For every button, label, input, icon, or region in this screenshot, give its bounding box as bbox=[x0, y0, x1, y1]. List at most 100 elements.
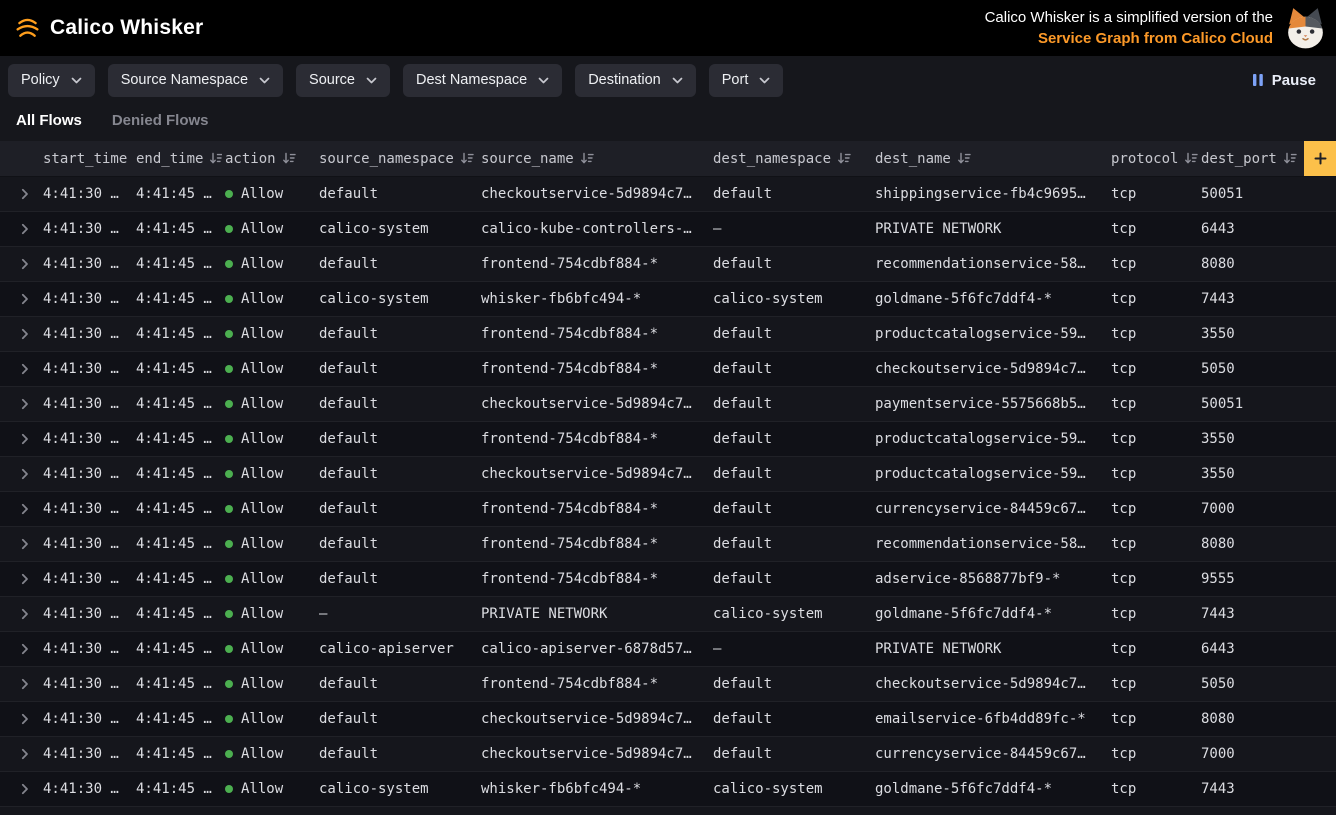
column-header-end_time[interactable]: end_time bbox=[133, 141, 222, 176]
allow-status-dot bbox=[225, 330, 233, 338]
cell-dest_namespace: default bbox=[710, 387, 872, 421]
column-header-label: source_namespace bbox=[319, 151, 454, 167]
flow-row[interactable]: 4:41:30 …4:41:45 …Allowcalico-systemwhis… bbox=[0, 282, 1336, 317]
add-column-button[interactable] bbox=[1304, 141, 1336, 176]
row-expand-chevron[interactable] bbox=[0, 492, 40, 526]
cell-action: Allow bbox=[222, 772, 316, 806]
row-expand-chevron[interactable] bbox=[0, 212, 40, 246]
flow-row[interactable]: 4:41:30 …4:41:45 …Allowcalico-apiserverc… bbox=[0, 632, 1336, 667]
row-expand-chevron[interactable] bbox=[0, 702, 40, 736]
cell-dest_name: recommendationservice-58… bbox=[872, 527, 1108, 561]
column-header-protocol[interactable]: protocol bbox=[1108, 141, 1198, 176]
cell-dest_port: 8080 bbox=[1198, 247, 1304, 281]
row-expand-chevron[interactable] bbox=[0, 282, 40, 316]
cell-start_time: 4:41:30 … bbox=[40, 492, 133, 526]
sort-icon bbox=[1283, 152, 1297, 165]
filter-dest-namespace-button[interactable]: Dest Namespace bbox=[403, 64, 562, 97]
flow-row[interactable]: 4:41:30 …4:41:45 …Allowdefaultfrontend-7… bbox=[0, 317, 1336, 352]
cell-dest_name: PRIVATE NETWORK bbox=[872, 212, 1108, 246]
flow-row[interactable]: 4:41:30 …4:41:45 …Allowdefaultfrontend-7… bbox=[0, 422, 1336, 457]
cell-dest_namespace: default bbox=[710, 422, 872, 456]
cell-dest_name: goldmane-5f6fc7ddf4-* bbox=[872, 772, 1108, 806]
cell-source_name: frontend-754cdbf884-* bbox=[478, 492, 710, 526]
cell-start_time: 4:41:30 … bbox=[40, 667, 133, 701]
filter-policy-button[interactable]: Policy bbox=[8, 64, 95, 97]
cell-spacer bbox=[1304, 457, 1336, 491]
filter-source-namespace-button[interactable]: Source Namespace bbox=[108, 64, 283, 97]
filter-source-button[interactable]: Source bbox=[296, 64, 390, 97]
flow-row[interactable]: 4:41:30 …4:41:45 …Allowdefaultfrontend-7… bbox=[0, 527, 1336, 562]
chevron-right-icon bbox=[21, 258, 29, 270]
cell-spacer bbox=[1304, 737, 1336, 771]
action-label: Allow bbox=[241, 256, 283, 272]
flows-table-body: 4:41:30 …4:41:45 …Allowdefaultcheckoutse… bbox=[0, 177, 1336, 815]
tab-denied-flows[interactable]: Denied Flows bbox=[112, 112, 209, 129]
flow-row[interactable]: 4:41:30 …4:41:45 …Allowdefaultfrontend-7… bbox=[0, 667, 1336, 702]
service-graph-link[interactable]: Service Graph from Calico Cloud bbox=[1038, 28, 1273, 49]
flow-row[interactable]: 4:41:30 …4:41:45 …Allowdefaultcheckoutse… bbox=[0, 457, 1336, 492]
flow-row[interactable]: 4:41:30 …4:41:45 …Allowdefaultfrontend-7… bbox=[0, 492, 1336, 527]
flow-row[interactable]: 4:41:30 …4:41:45 …Allowdefaultfrontend-7… bbox=[0, 352, 1336, 387]
row-expand-chevron[interactable] bbox=[0, 387, 40, 421]
row-expand-chevron[interactable] bbox=[0, 317, 40, 351]
chevron-right-icon bbox=[21, 538, 29, 550]
flow-row[interactable]: 4:41:30 …4:41:45 …Allowdefaultfrontend-7… bbox=[0, 562, 1336, 597]
cell-source_name: checkoutservice-5d9894c7… bbox=[478, 387, 710, 421]
cell-spacer bbox=[1304, 527, 1336, 561]
row-expand-chevron[interactable] bbox=[0, 562, 40, 596]
column-header-action[interactable]: action bbox=[222, 141, 316, 176]
chevron-down-icon bbox=[672, 77, 683, 84]
tab-all-flows[interactable]: All Flows bbox=[16, 112, 82, 129]
cell-start_time: 4:41:30 … bbox=[40, 772, 133, 806]
flow-row-partial bbox=[0, 807, 1336, 815]
row-expand-chevron[interactable] bbox=[0, 177, 40, 211]
flow-tabs: All Flows Denied Flows bbox=[0, 104, 1336, 141]
pause-icon bbox=[1252, 73, 1264, 87]
chevron-right-icon bbox=[21, 363, 29, 375]
cell-action: Allow bbox=[222, 632, 316, 666]
cell-source_namespace: default bbox=[316, 562, 478, 596]
pause-button[interactable]: Pause bbox=[1252, 72, 1320, 89]
action-label: Allow bbox=[241, 501, 283, 517]
column-header-source_name[interactable]: source_name bbox=[478, 141, 710, 176]
flow-row[interactable]: 4:41:30 …4:41:45 …Allowdefaultfrontend-7… bbox=[0, 247, 1336, 282]
chevron-down-icon bbox=[71, 77, 82, 84]
column-header-label: protocol bbox=[1111, 151, 1178, 167]
cell-start_time: 4:41:30 … bbox=[40, 597, 133, 631]
row-expand-chevron[interactable] bbox=[0, 632, 40, 666]
app-title: Calico Whisker bbox=[50, 16, 203, 40]
flow-row[interactable]: 4:41:30 …4:41:45 …Allowdefaultcheckoutse… bbox=[0, 737, 1336, 772]
column-header-dest_namespace[interactable]: dest_namespace bbox=[710, 141, 872, 176]
column-header-dest_name[interactable]: dest_name bbox=[872, 141, 1108, 176]
column-header-source_namespace[interactable]: source_namespace bbox=[316, 141, 478, 176]
allow-status-dot bbox=[225, 505, 233, 513]
cell-action: Allow bbox=[222, 527, 316, 561]
column-header-start_time[interactable]: start_time bbox=[40, 141, 133, 176]
allow-status-dot bbox=[225, 225, 233, 233]
cell-end_time: 4:41:45 … bbox=[133, 387, 222, 421]
filter-destination-button[interactable]: Destination bbox=[575, 64, 696, 97]
row-expand-chevron[interactable] bbox=[0, 457, 40, 491]
flow-row[interactable]: 4:41:30 …4:41:45 …Allowcalico-systemcali… bbox=[0, 212, 1336, 247]
flow-row[interactable]: 4:41:30 …4:41:45 …Allow–PRIVATE NETWORKc… bbox=[0, 597, 1336, 632]
flow-row[interactable]: 4:41:30 …4:41:45 …Allowcalico-systemwhis… bbox=[0, 772, 1336, 807]
row-expand-chevron[interactable] bbox=[0, 737, 40, 771]
row-expand-chevron[interactable] bbox=[0, 422, 40, 456]
flow-row[interactable]: 4:41:30 …4:41:45 …Allowdefaultcheckoutse… bbox=[0, 387, 1336, 422]
cell-end_time: 4:41:45 … bbox=[133, 247, 222, 281]
flow-row[interactable]: 4:41:30 …4:41:45 …Allowdefaultcheckoutse… bbox=[0, 177, 1336, 212]
filter-port-button[interactable]: Port bbox=[709, 64, 784, 97]
column-header-dest_port[interactable]: dest_port bbox=[1198, 141, 1304, 176]
cell-dest_port: 6443 bbox=[1198, 632, 1304, 666]
row-expand-chevron[interactable] bbox=[0, 597, 40, 631]
row-expand-chevron[interactable] bbox=[0, 247, 40, 281]
cell-start_time: 4:41:30 … bbox=[40, 457, 133, 491]
row-expand-chevron[interactable] bbox=[0, 772, 40, 806]
row-expand-chevron[interactable] bbox=[0, 527, 40, 561]
cell-start_time: 4:41:30 … bbox=[40, 422, 133, 456]
row-expand-chevron[interactable] bbox=[0, 352, 40, 386]
cell-source_namespace: calico-system bbox=[316, 282, 478, 316]
flow-row[interactable]: 4:41:30 …4:41:45 …Allowdefaultcheckoutse… bbox=[0, 702, 1336, 737]
column-header-label: source_name bbox=[481, 151, 574, 167]
row-expand-chevron[interactable] bbox=[0, 667, 40, 701]
